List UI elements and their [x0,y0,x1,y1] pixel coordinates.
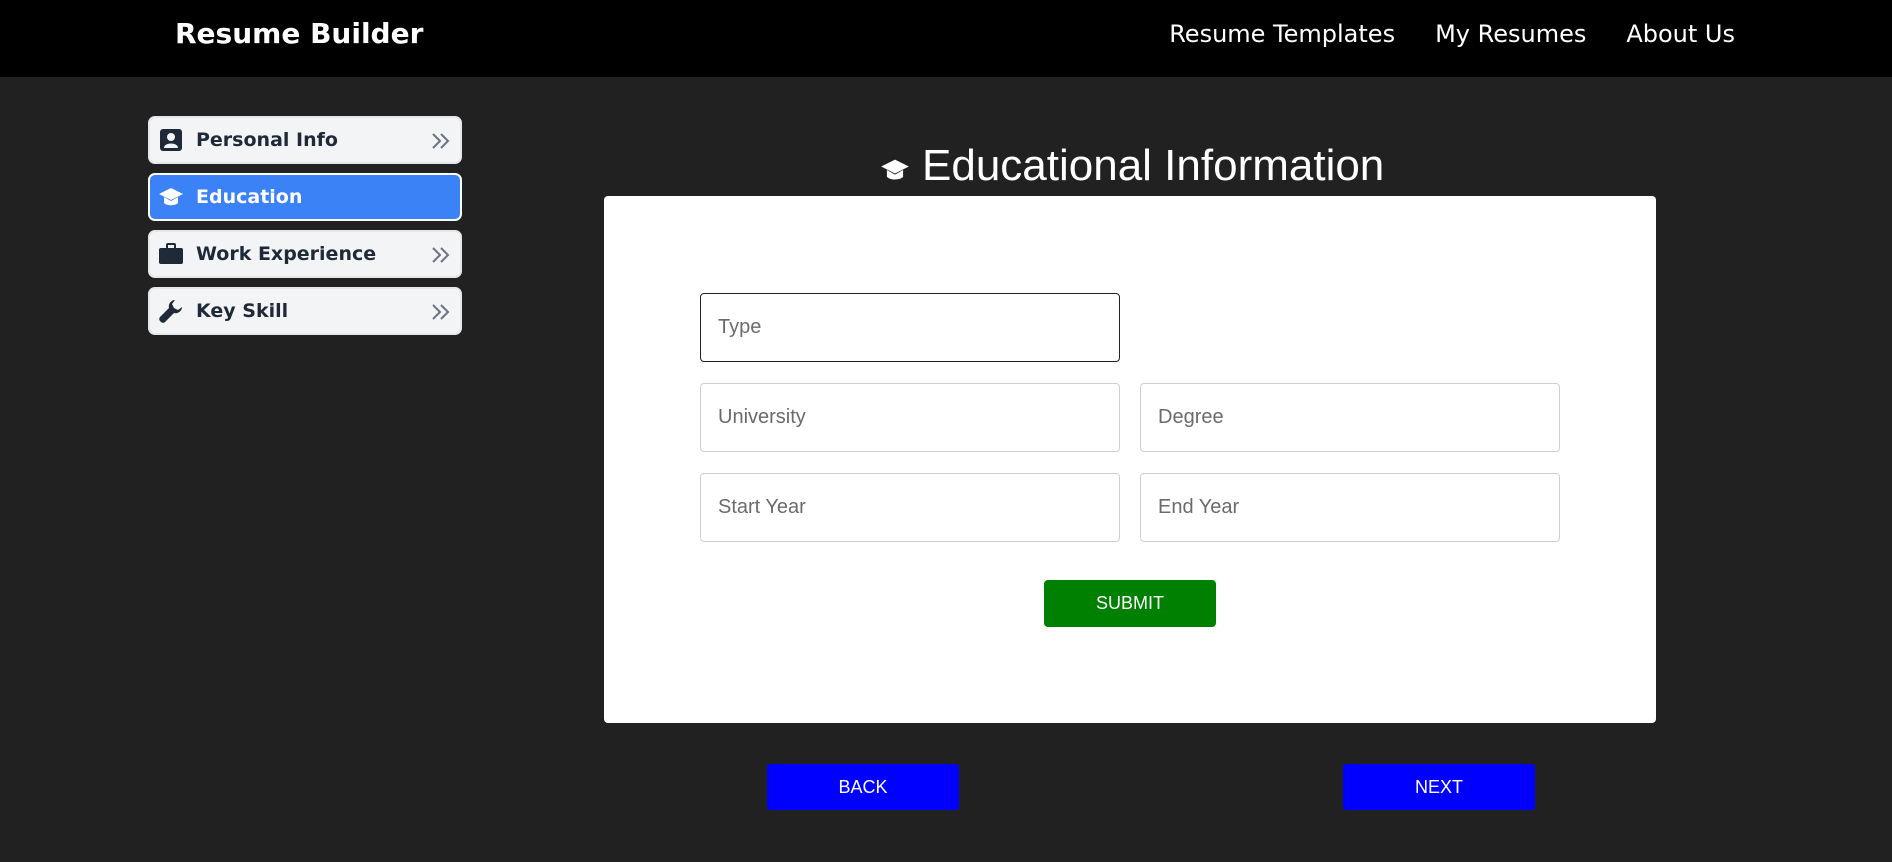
next-button[interactable]: NEXT [1343,764,1535,810]
wrench-icon [156,296,186,326]
sidebar-item-label: Key Skill [196,300,289,322]
graduation-cap-icon [156,182,186,212]
sidebar-item-education[interactable]: Education [148,173,462,221]
start-year-input[interactable] [700,473,1120,542]
sidebar-item-label: Work Experience [196,243,377,265]
degree-input[interactable] [1140,383,1560,452]
university-input[interactable] [700,383,1120,452]
type-input[interactable] [700,293,1120,362]
nav-link-resume-templates[interactable]: Resume Templates [1169,14,1395,54]
sidebar-item-label: Education [196,186,303,208]
double-chevron-right-icon [432,304,450,320]
id-card-icon [156,125,186,155]
sidebar: Personal Info Education Work Experience … [148,116,462,344]
sidebar-item-label: Personal Info [196,129,338,151]
sidebar-item-key-skill[interactable]: Key Skill [148,287,462,335]
sidebar-item-personal-info[interactable]: Personal Info [148,116,462,164]
nav-links: Resume Templates My Resumes About Us [1169,14,1735,54]
nav-link-about-us[interactable]: About Us [1626,14,1735,54]
brand-logo[interactable]: Resume Builder [175,14,423,54]
education-form-card: SUBMIT [604,196,1656,723]
graduation-cap-icon [880,155,910,185]
double-chevron-right-icon [432,247,450,263]
sidebar-item-work-experience[interactable]: Work Experience [148,230,462,278]
back-button[interactable]: BACK [767,764,959,810]
page-title: Educational Information [922,141,1385,190]
double-chevron-right-icon [432,133,450,149]
submit-button[interactable]: SUBMIT [1044,580,1216,627]
briefcase-icon [156,239,186,269]
nav-link-my-resumes[interactable]: My Resumes [1435,14,1586,54]
page-heading: Educational Information [880,140,1384,192]
end-year-input[interactable] [1140,473,1560,542]
top-navbar: Resume Builder Resume Templates My Resum… [0,0,1892,77]
